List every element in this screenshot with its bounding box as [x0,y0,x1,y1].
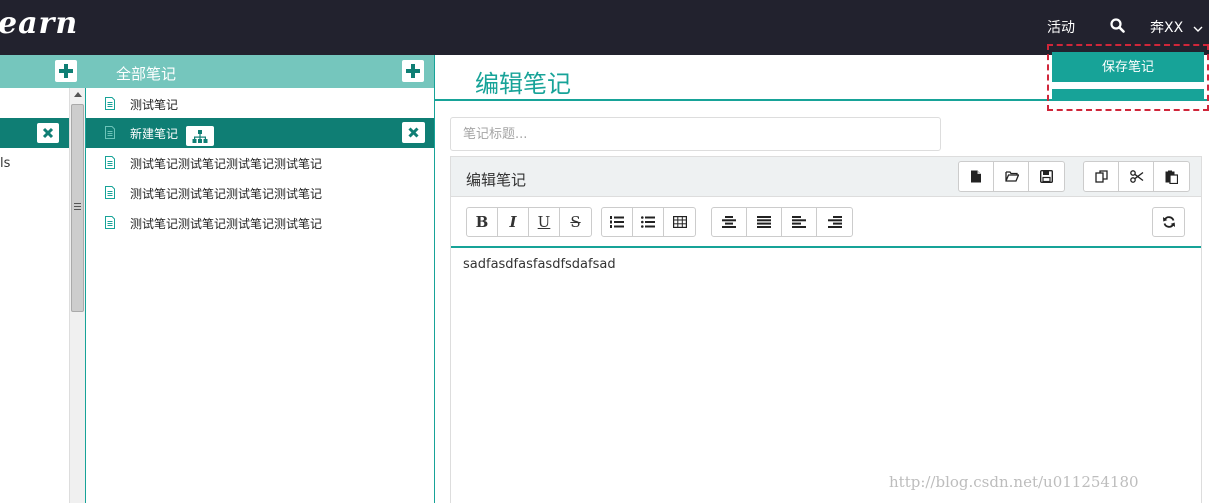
notebook-item-label[interactable]: ls [0,156,10,171]
document-icon [105,216,115,229]
table-button[interactable] [664,208,695,236]
note-item-label: 测试笔记测试笔记测试笔记测试笔记 [130,187,323,201]
note-list-title: 全部笔记 [116,65,177,83]
editor-panel-title: 编辑笔记 [466,171,527,189]
align-left-button[interactable] [782,208,817,236]
file-icon [971,170,981,183]
new-file-button[interactable] [959,162,994,191]
user-menu[interactable]: 奔XX [1150,17,1183,37]
notebook-panel: ls [0,55,86,503]
align-center-icon [722,216,736,228]
document-icon [105,156,115,169]
unordered-list-icon [641,216,655,228]
rich-text-editor: 编辑笔记 B I U S sadfasdfasfasdfsdafsad [450,156,1202,503]
copy-icon [1095,170,1108,183]
align-left-icon [792,216,806,228]
refresh-icon [1162,216,1175,228]
text-style-group: B I U S [466,207,592,237]
bold-icon: B [475,213,489,231]
delete-notebook-button[interactable] [37,123,59,143]
document-icon [105,186,115,199]
add-note-button[interactable] [402,60,424,82]
underline-icon: U [537,213,551,231]
align-center-button[interactable] [712,208,747,236]
italic-icon: I [509,213,517,231]
underline-button[interactable]: U [529,208,560,236]
scroll-up-arrow-icon[interactable] [74,92,82,97]
list-group [601,207,696,237]
top-navbar: earn 活动 奔XX [0,0,1209,55]
alignment-group [711,207,853,237]
strikethrough-button[interactable]: S [560,208,591,236]
editor-content[interactable]: sadfasdfasfasdfsdafsad [463,257,616,272]
note-item-label: 新建笔记 [130,127,179,141]
scroll-grip-icon [74,203,81,210]
unordered-list-button[interactable] [633,208,664,236]
editor-panel: 编辑笔记 保存笔记 编辑笔记 [435,44,1209,503]
sitemap-icon[interactable] [186,126,214,146]
note-list-panel: 全部笔记 测试笔记 新建笔记 测试笔记测试笔记测试笔记测试笔记 测试笔记测试笔记… [86,55,435,503]
nav-activity-link[interactable]: 活动 [1047,17,1075,37]
cut-button[interactable] [1119,162,1154,191]
note-item-label: 测试笔记 [130,98,179,112]
page-title: 编辑笔记 [475,70,571,98]
note-item[interactable]: 测试笔记测试笔记测试笔记测试笔记 [86,148,434,178]
document-icon [105,126,115,139]
note-item-label: 测试笔记测试笔记测试笔记测试笔记 [130,157,323,171]
ordered-list-icon [610,216,624,228]
refresh-group [1152,207,1185,237]
align-right-button[interactable] [817,208,852,236]
file-button-group [958,161,1065,192]
note-item-label: 测试笔记测试笔记测试笔记测试笔记 [130,217,323,231]
delete-note-button[interactable] [402,122,425,143]
note-item[interactable]: 测试笔记 [86,89,434,119]
document-icon [105,97,115,110]
table-icon [672,216,687,228]
refresh-button[interactable] [1153,208,1184,236]
italic-button[interactable]: I [498,208,529,236]
folder-open-icon [1005,171,1019,182]
note-item[interactable]: 测试笔记测试笔记测试笔记测试笔记 [86,208,434,238]
save-file-button[interactable] [1029,162,1064,191]
formatting-toolbar: B I U S [451,197,1201,248]
ordered-list-button[interactable] [602,208,633,236]
paste-icon [1165,170,1178,184]
save-button-highlight: 保存笔记 [1047,44,1209,111]
copy-button[interactable] [1084,162,1119,191]
scissors-icon [1130,170,1144,183]
notebook-scrollbar[interactable] [69,88,85,503]
note-item-selected[interactable]: 新建笔记 [86,118,434,148]
scroll-thumb[interactable] [71,104,84,312]
align-right-icon [827,216,842,228]
save-note-button[interactable]: 保存笔记 [1052,52,1204,82]
app-logo[interactable]: earn [0,6,78,41]
align-justify-button[interactable] [747,208,782,236]
editor-header: 编辑笔记 [451,157,1201,197]
align-justify-icon [757,216,771,228]
search-icon[interactable] [1110,18,1126,34]
strikethrough-icon: S [570,213,581,231]
watermark: http://blog.csdn.net/u011254180 [889,473,1139,491]
notebook-item-selected[interactable] [0,118,70,148]
open-file-button[interactable] [994,162,1029,191]
chevron-down-icon[interactable] [1193,22,1203,32]
bold-button[interactable]: B [467,208,498,236]
paste-button[interactable] [1154,162,1189,191]
clipboard-button-group [1083,161,1190,192]
note-list-header: 全部笔记 [86,55,434,88]
add-notebook-button[interactable] [55,60,77,82]
save-button-shadow [1052,89,1204,99]
note-title-input[interactable] [450,117,941,151]
floppy-icon [1040,170,1053,183]
note-item[interactable]: 测试笔记测试笔记测试笔记测试笔记 [86,178,434,208]
